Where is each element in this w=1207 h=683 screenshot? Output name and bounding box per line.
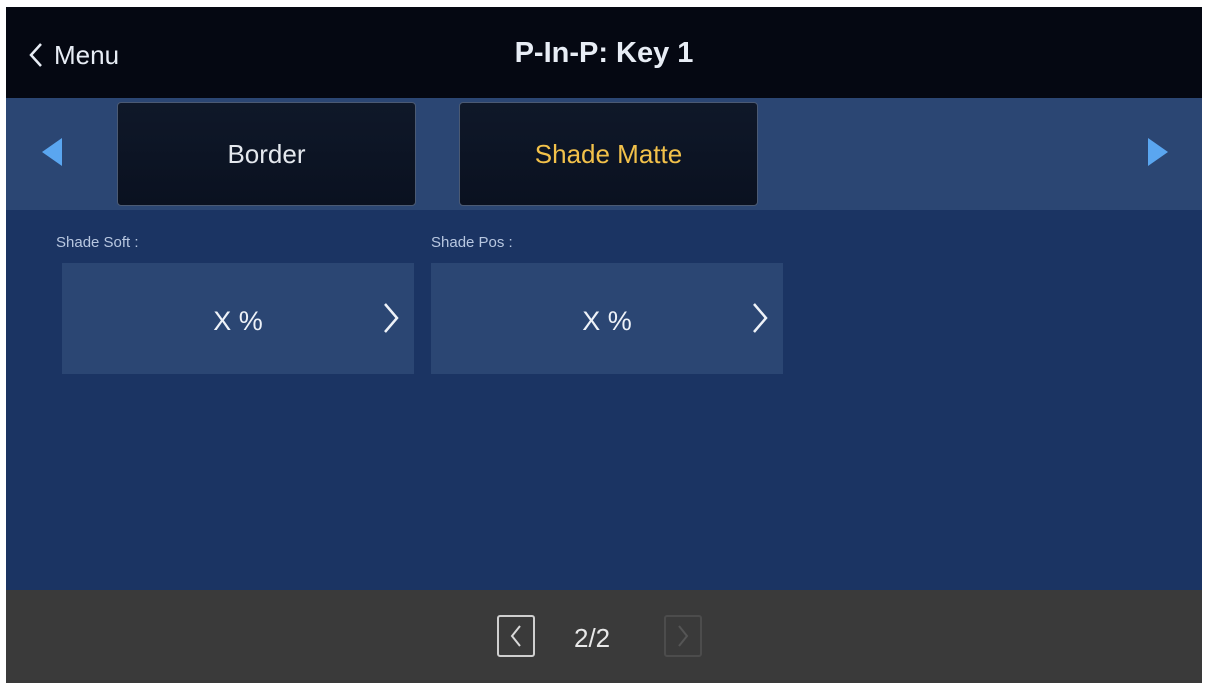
- app-screen: Menu P-In-P: Key 1 Border Shade Matte Sh…: [6, 7, 1202, 683]
- shade-pos-field[interactable]: X %: [431, 263, 783, 374]
- shade-pos-label: Shade Pos :: [431, 234, 513, 251]
- chevron-left-icon: [510, 625, 521, 647]
- page-prev-button[interactable]: [497, 615, 535, 657]
- chevron-right-icon: [678, 625, 689, 647]
- tab-shade-matte[interactable]: Shade Matte: [459, 102, 758, 206]
- triangle-right-icon: [1148, 138, 1168, 166]
- page-indicator: 2/2: [574, 623, 611, 653]
- header-bar: Menu P-In-P: Key 1: [6, 7, 1202, 98]
- page-title: P-In-P: Key 1: [514, 37, 694, 69]
- shade-pos-value: X %: [582, 306, 632, 336]
- shade-soft-label: Shade Soft :: [56, 234, 139, 251]
- chevron-right-icon: [384, 303, 399, 333]
- tab-prev-button[interactable]: [40, 136, 64, 168]
- triangle-left-icon: [42, 138, 62, 166]
- tab-label: Border: [227, 138, 306, 169]
- pagination-bar: 2/2: [6, 590, 1202, 683]
- tab-bar: Border Shade Matte: [6, 98, 1202, 210]
- tab-next-button[interactable]: [1146, 136, 1170, 168]
- shade-soft-value: X %: [213, 306, 263, 336]
- tab-label: Shade Matte: [534, 138, 683, 169]
- chevron-right-icon: [753, 303, 768, 333]
- shade-soft-field[interactable]: X %: [62, 263, 414, 374]
- page-next-button: [664, 615, 702, 657]
- tab-border[interactable]: Border: [117, 102, 416, 206]
